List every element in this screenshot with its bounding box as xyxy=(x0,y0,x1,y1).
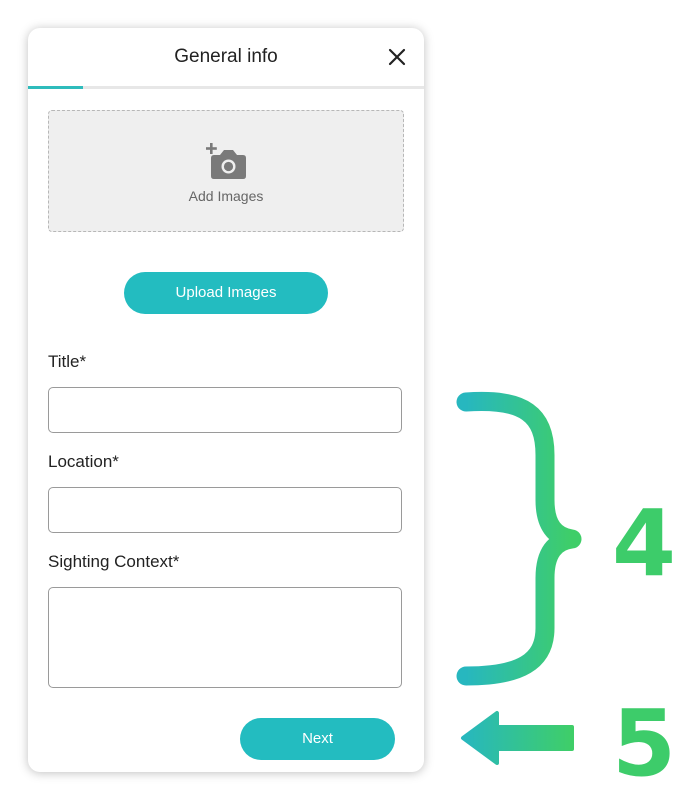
next-button[interactable]: Next xyxy=(240,718,395,760)
image-dropzone[interactable]: Add Images xyxy=(48,110,404,232)
title-label: Title* xyxy=(48,352,87,371)
upload-images-button[interactable]: Upload Images xyxy=(124,272,328,314)
general-info-modal: General info Add Images Upload Images Ti… xyxy=(28,28,424,772)
close-button[interactable] xyxy=(386,46,408,68)
progress-track xyxy=(28,86,424,89)
location-label: Location* xyxy=(48,452,119,471)
curly-brace-icon xyxy=(456,391,582,686)
sighting-context-textarea[interactable] xyxy=(48,587,402,688)
location-input[interactable] xyxy=(48,487,402,533)
sighting-context-label: Sighting Context* xyxy=(48,552,180,571)
step-number-5: 5 xyxy=(612,690,677,797)
add-images-label: Add Images xyxy=(188,188,264,204)
add-camera-icon xyxy=(206,143,246,179)
modal-title: General info xyxy=(174,46,278,67)
close-icon xyxy=(388,48,406,66)
step-number-4: 4 xyxy=(612,490,677,597)
modal-header: General info xyxy=(28,28,424,89)
progress-fill xyxy=(28,86,84,89)
title-input[interactable] xyxy=(48,387,402,433)
left-arrow-icon xyxy=(461,711,574,765)
